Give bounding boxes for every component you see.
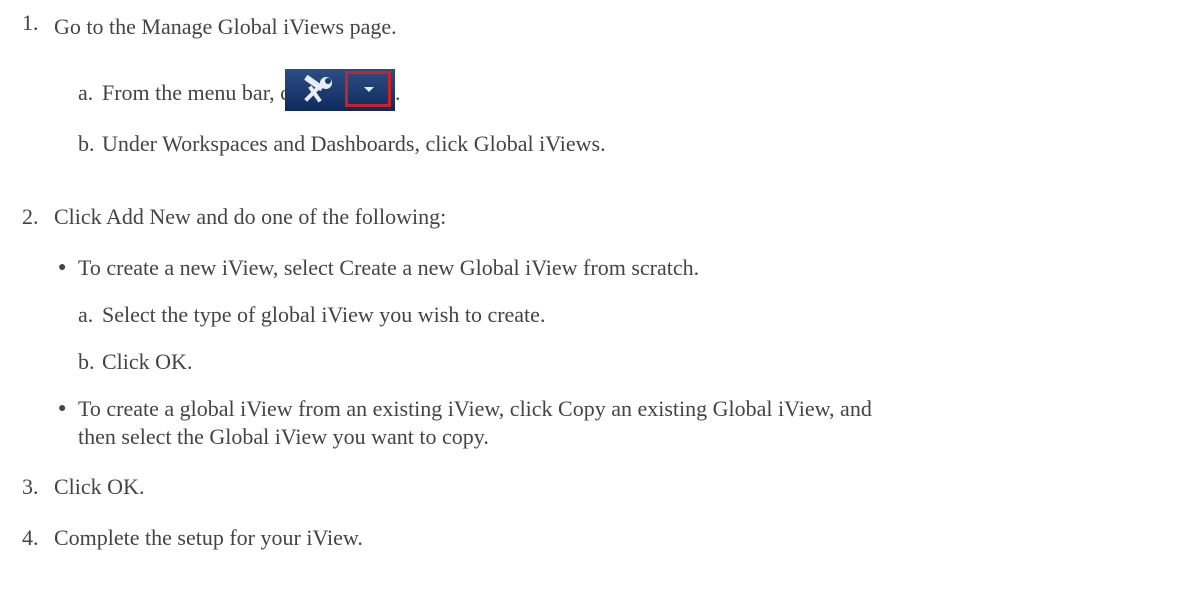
dropdown-button[interactable]	[345, 71, 391, 107]
menu-bar-tools-button[interactable]	[285, 69, 395, 111]
step-number: 4.	[22, 525, 39, 550]
step-text: Complete the setup for your iView.	[54, 525, 363, 550]
bullet-dot: ●	[58, 401, 67, 416]
step-number: 1.	[22, 10, 39, 35]
step-text: Click OK.	[54, 474, 145, 499]
bullet-text: To create a new iView, select Create a n…	[78, 255, 700, 280]
step-text: Click Add New and do one of the followin…	[54, 204, 447, 229]
step-number: 3.	[22, 474, 39, 499]
substep-text: Select the type of global iView you wish…	[102, 302, 546, 327]
bullet-text-continuation: then select the Global iView you want to…	[78, 424, 489, 449]
substep-1a-trail: .	[395, 80, 401, 106]
bullet-dot: ●	[58, 260, 67, 275]
chevron-down-icon	[364, 87, 374, 92]
step-text: Go to the Manage Global iViews page.	[54, 14, 397, 39]
tools-icon	[304, 75, 332, 103]
bullet-text: To create a global iView from an existin…	[78, 396, 872, 421]
substep-text: Click OK.	[102, 349, 193, 374]
trailing-period: .	[395, 80, 401, 105]
substep-letter: b.	[78, 131, 95, 156]
substep-letter: b.	[78, 349, 95, 374]
step-number: 2.	[22, 204, 39, 229]
substep-letter: a.	[78, 302, 94, 327]
substep-text: Under Workspaces and Dashboards, click G…	[102, 131, 606, 156]
substep-letter: a.	[78, 80, 94, 105]
